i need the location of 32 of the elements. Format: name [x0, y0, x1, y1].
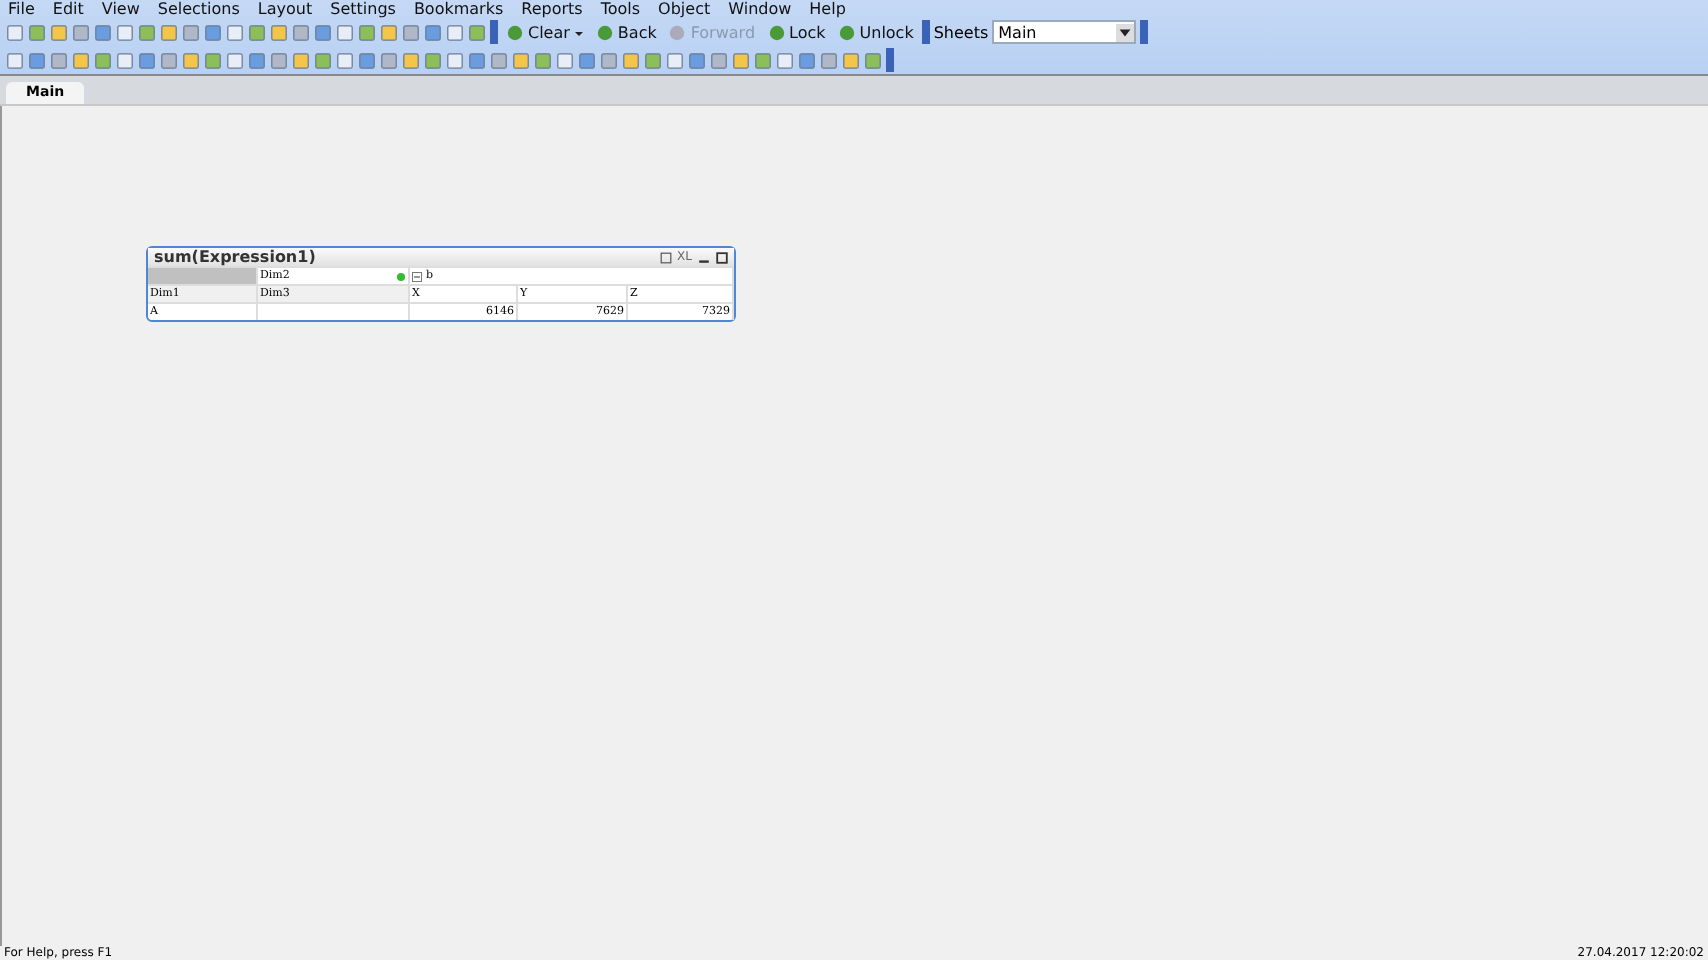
- menu-item[interactable]: Reports: [521, 0, 583, 18]
- caret-icon: [1116, 23, 1135, 41]
- maximize-icon[interactable]: [716, 251, 728, 263]
- toolbar-button[interactable]: Back: [591, 21, 661, 43]
- button-icon: [767, 23, 786, 41]
- toolbar-grip[interactable]: [1140, 20, 1149, 44]
- collapse-icon[interactable]: [412, 271, 422, 281]
- sheets-label: Sheets: [933, 23, 989, 41]
- menu-item[interactable]: Edit: [52, 0, 84, 18]
- toolbar-grip[interactable]: [886, 48, 894, 72]
- button-icon: [668, 23, 687, 41]
- menu-item[interactable]: Selections: [157, 0, 240, 18]
- object-title: sum(Expression1): [154, 248, 316, 266]
- menu-item[interactable]: Tools: [600, 0, 641, 18]
- toolbar-grip[interactable]: [921, 20, 930, 44]
- menu-item[interactable]: Window: [728, 0, 792, 18]
- menu-item[interactable]: Help: [809, 0, 846, 18]
- button-icon: [506, 23, 524, 41]
- button-icon: [837, 23, 856, 41]
- menu-item[interactable]: Bookmarks: [413, 0, 504, 18]
- menu-item[interactable]: Settings: [330, 0, 396, 18]
- menu-item[interactable]: View: [101, 0, 140, 18]
- toolbar-grip[interactable]: [490, 20, 498, 44]
- menu-item[interactable]: Layout: [257, 0, 313, 18]
- toolbar-button[interactable]: Unlock: [833, 21, 918, 43]
- dot-icon: [396, 271, 406, 281]
- sheets-dropdown[interactable]: Main: [992, 20, 1137, 44]
- menu-item[interactable]: File: [8, 0, 35, 18]
- menu-item[interactable]: Object: [658, 0, 711, 18]
- toolbar-button[interactable]: Lock: [763, 21, 830, 43]
- toolbar-button[interactable]: Clear: [502, 21, 588, 43]
- button-icon: [595, 23, 614, 41]
